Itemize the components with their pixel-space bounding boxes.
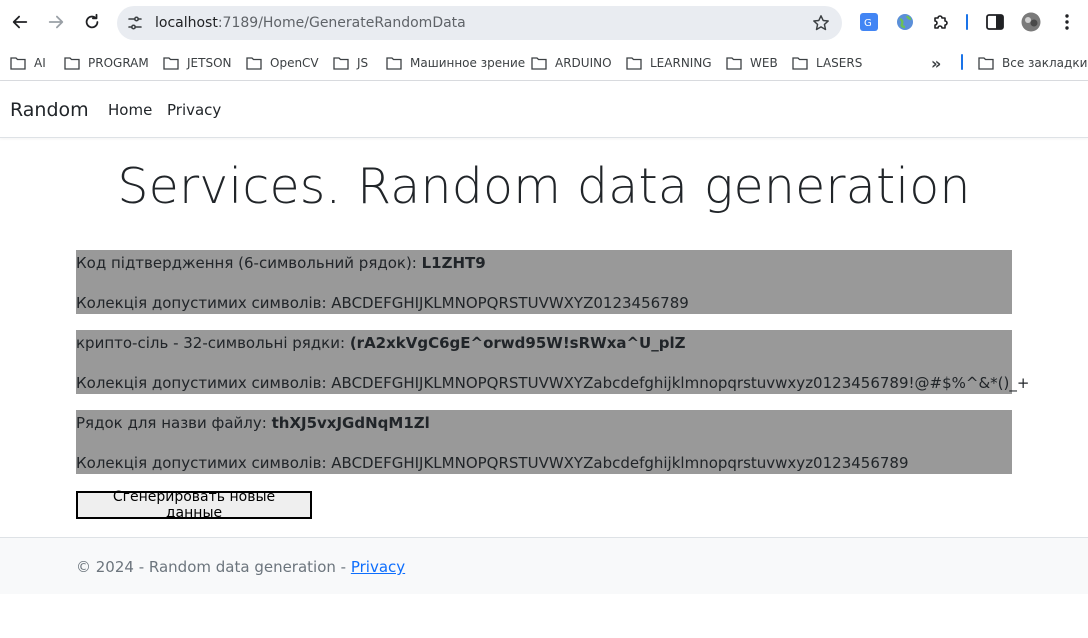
folder-icon — [64, 57, 80, 70]
bookmark-label: Машинное зрение — [410, 56, 526, 70]
crypto-salt-block: крипто-сіль - 32-символьні рядки: (rA2xk… — [76, 330, 1029, 394]
folder-icon — [246, 57, 262, 70]
site-brand[interactable]: Random — [10, 99, 89, 121]
bookmark-label: PROGRAM — [88, 56, 149, 70]
url-path: :7189/Home/GenerateRandomData — [217, 15, 466, 31]
bookmark-folder[interactable]: JETSON — [163, 52, 232, 74]
folder-icon — [333, 57, 349, 70]
confirmation-code-label: Код підтвердження (6-символьний рядок): — [76, 254, 422, 272]
crypto-salt-label: крипто-сіль - 32-символьні рядки: — [76, 334, 350, 352]
reload-button[interactable] — [79, 9, 105, 35]
bookmark-label: LEARNING — [650, 56, 712, 70]
confirmation-code-line: Код підтвердження (6-символьний рядок): … — [76, 254, 486, 272]
folder-icon — [386, 57, 402, 70]
side-panel-icon[interactable] — [985, 12, 1005, 32]
crypto-charset-line: Колекція допустимих символів: ABCDEFGHIJ… — [76, 374, 1029, 392]
bookmark-folder[interactable]: Машинное зрение — [386, 52, 525, 74]
footer-text: © 2024 - Random data generation - Privac… — [76, 558, 405, 576]
filename-charset-line: Колекція допустимих символів: ABCDEFGHIJ… — [76, 454, 909, 472]
url-host: localhost — [155, 15, 218, 31]
reload-icon — [85, 13, 99, 29]
nav-link-privacy[interactable]: Privacy — [167, 101, 221, 119]
folder-icon — [978, 57, 994, 70]
page-title: Services. Random data generation — [117, 158, 971, 215]
bookmark-folder[interactable]: PROGRAM — [64, 52, 149, 74]
all-bookmarks-label: Все закладки — [1002, 56, 1088, 70]
charset-label: Колекція допустимих символів: — [76, 454, 332, 472]
bookmark-folder[interactable]: WEB — [726, 52, 778, 74]
site-footer: © 2024 - Random data generation - Privac… — [0, 537, 1088, 594]
generate-new-data-button[interactable]: Сгенерировать новые данные — [76, 489, 312, 521]
bookmark-folder[interactable]: LEARNING — [626, 52, 712, 74]
folder-icon — [792, 57, 808, 70]
bookmark-label: JS — [357, 56, 369, 70]
confirmation-code-value: L1ZHT9 — [421, 254, 486, 272]
charset-value: ABCDEFGHIJKLMNOPQRSTUVWXYZ0123456789 — [331, 294, 689, 312]
folder-icon — [726, 57, 742, 70]
copyright-text: © 2024 - Random data generation - — [76, 558, 351, 576]
arrow-right-icon — [48, 15, 64, 29]
bookmark-label: JETSON — [187, 56, 232, 70]
charset-label: Колекція допустимих символів: — [76, 294, 332, 312]
bookmarks-bar: AI PROGRAM JETSON OpenCV JS Машинное зре… — [0, 46, 1088, 81]
bookmark-label: LASERS — [816, 56, 863, 70]
bookmark-label: OpenCV — [270, 56, 319, 70]
filename-block: Рядок для назви файлу: thXJ5vxJGdNqM1Zl … — [76, 410, 1012, 474]
site-info-icon[interactable] — [127, 15, 143, 31]
folder-icon — [10, 57, 26, 70]
bookmark-folder[interactable]: OpenCV — [246, 52, 319, 74]
translate-icon[interactable]: G — [859, 12, 879, 32]
back-button[interactable] — [7, 9, 33, 35]
crypto-salt-value: (rA2xkVgC6gE^orwd95W!sRWxa^U_plZ — [349, 334, 686, 352]
folder-icon — [626, 57, 642, 70]
bookmark-star-icon[interactable] — [812, 14, 830, 32]
bookmarks-separator — [961, 54, 963, 70]
confirmation-code-block: Код підтвердження (6-символьний рядок): … — [76, 250, 1012, 314]
filename-line: Рядок для назви файлу: thXJ5vxJGdNqM1Zl — [76, 414, 430, 432]
toolbar-separator — [966, 14, 968, 30]
charset-label: Колекція допустимих символів: — [76, 374, 332, 392]
site-navbar: Random Home Privacy — [0, 81, 1088, 138]
all-bookmarks-button[interactable]: Все закладки — [978, 52, 1087, 74]
bookmark-label: WEB — [750, 56, 778, 70]
bookmark-label: ARDUINO — [555, 56, 612, 70]
bookmarks-overflow-button[interactable]: » — [931, 52, 941, 74]
address-bar[interactable]: localhost:7189/Home/GenerateRandomData — [117, 6, 842, 40]
more-menu-icon[interactable] — [1057, 12, 1077, 32]
charset-value: ABCDEFGHIJKLMNOPQRSTUVWXYZabcdefghijklmn… — [331, 374, 1030, 392]
bookmark-folder[interactable]: LASERS — [792, 52, 862, 74]
bookmark-folder[interactable]: AI — [10, 52, 46, 74]
url-text: localhost:7189/Home/GenerateRandomData — [155, 14, 466, 32]
filename-value: thXJ5vxJGdNqM1Zl — [271, 414, 430, 432]
nav-link-home[interactable]: Home — [108, 101, 152, 119]
bookmark-folder[interactable]: JS — [333, 52, 368, 74]
bookmark-label: AI — [34, 56, 46, 70]
arrow-left-icon — [12, 15, 28, 29]
folder-icon — [531, 57, 547, 70]
folder-icon — [163, 57, 179, 70]
globe-extension-icon[interactable] — [895, 12, 915, 32]
footer-privacy-link[interactable]: Privacy — [351, 558, 405, 576]
forward-button[interactable] — [43, 9, 69, 35]
extensions-puzzle-icon[interactable] — [931, 12, 951, 32]
charset-value: ABCDEFGHIJKLMNOPQRSTUVWXYZabcdefghijklmn… — [331, 454, 909, 472]
crypto-salt-line: крипто-сіль - 32-символьні рядки: (rA2xk… — [76, 334, 686, 352]
svg-text:G: G — [864, 18, 872, 29]
filename-label: Рядок для назви файлу: — [76, 414, 272, 432]
profile-avatar-icon[interactable] — [1021, 12, 1041, 32]
bookmark-folder[interactable]: ARDUINO — [531, 52, 612, 74]
confirmation-charset-line: Колекція допустимих символів: ABCDEFGHIJ… — [76, 294, 689, 312]
browser-toolbar: localhost:7189/Home/GenerateRandomData G — [0, 0, 1088, 46]
